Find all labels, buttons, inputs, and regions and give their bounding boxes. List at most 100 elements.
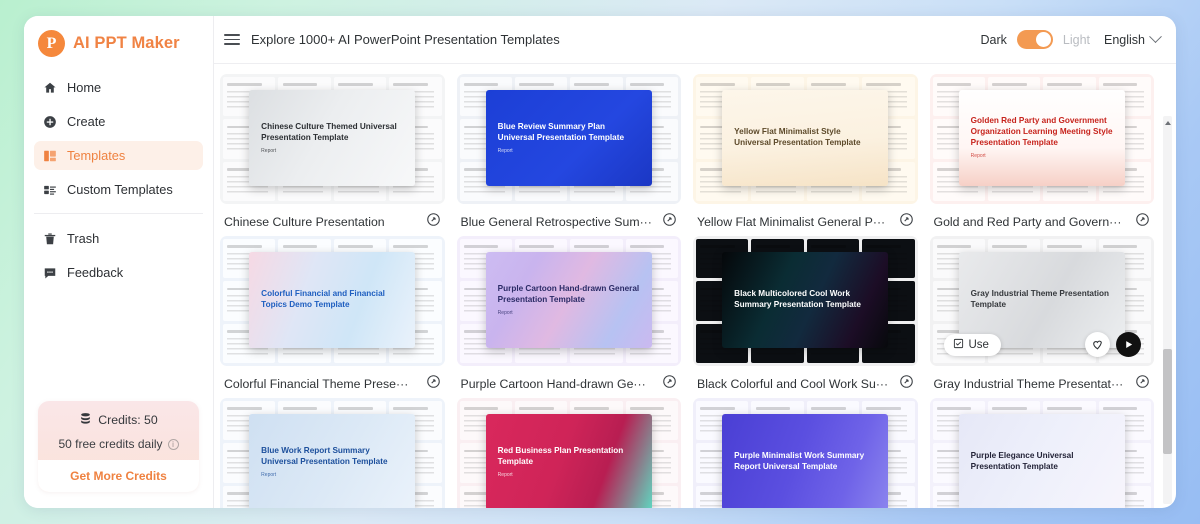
template-card[interactable]: Chinese Culture Themed Universal Present… (220, 74, 445, 236)
template-card-footer: Black Colorful and Cool Work Su··· (693, 366, 918, 394)
template-card[interactable]: Gray Industrial Theme Presentation Templ… (930, 236, 1155, 398)
link-icon[interactable] (1135, 212, 1150, 232)
template-title: Colorful Financial Theme Prese··· (224, 377, 418, 391)
sidebar-item-templates[interactable]: Templates (34, 141, 203, 170)
template-thumbnail[interactable]: Purple Cartoon Hand-drawn General Presen… (457, 236, 682, 366)
vertical-scrollbar[interactable] (1163, 116, 1172, 504)
template-card-footer: Colorful Financial Theme Prese··· (220, 366, 445, 394)
custom-templates-icon (42, 182, 57, 197)
topbar: Explore 1000+ AI PowerPoint Presentation… (214, 16, 1176, 64)
template-cover-title: Blue Work Report Summary Universal Prese… (261, 446, 403, 468)
template-title: Yellow Flat Minimalist General P··· (697, 215, 891, 229)
template-card[interactable]: Blue Work Report Summary Universal Prese… (220, 398, 445, 508)
favorite-button[interactable] (1085, 332, 1110, 357)
link-icon[interactable] (899, 212, 914, 232)
templates-scroll-area[interactable]: Chinese Culture Themed Universal Present… (214, 64, 1176, 508)
info-icon[interactable]: i (168, 439, 179, 450)
link-icon[interactable] (899, 374, 914, 394)
template-thumbnail[interactable]: Colorful Financial and Financial Topics … (220, 236, 445, 366)
template-card-footer: Blue General Retrospective Sum··· (457, 204, 682, 232)
template-card[interactable]: Red Business Plan Presentation Template … (457, 398, 682, 508)
template-cover-slide: Black Multicolored Cool Work Summary Pre… (722, 252, 888, 348)
credits-card: Credits: 50 50 free credits daily i Get … (38, 401, 199, 492)
credits-daily-label: 50 free credits daily (58, 437, 162, 451)
template-card[interactable]: Purple Cartoon Hand-drawn General Presen… (457, 236, 682, 398)
template-thumbnail[interactable]: Purple Minimalist Work Summary Report Un… (693, 398, 918, 508)
template-card[interactable]: Colorful Financial and Financial Topics … (220, 236, 445, 398)
template-card-footer: Yellow Flat Minimalist General P··· (693, 204, 918, 232)
template-cover-slide: Purple Elegance Universal Presentation T… (959, 414, 1125, 508)
brand[interactable]: P AI PPT Maker (24, 16, 213, 69)
template-card[interactable]: Yellow Flat Minimalist Style Universal P… (693, 74, 918, 236)
trash-icon (42, 231, 57, 246)
template-card[interactable]: Black Multicolored Cool Work Summary Pre… (693, 236, 918, 398)
template-cover-slide: Red Business Plan Presentation Template … (486, 414, 652, 508)
preview-play-button[interactable] (1116, 332, 1141, 357)
dark-mode-label: Dark (980, 33, 1006, 47)
template-cover-slide: Colorful Financial and Financial Topics … (249, 252, 415, 348)
feedback-icon (42, 265, 57, 280)
sidebar-item-label: Create (67, 114, 105, 129)
template-thumbnail[interactable]: Yellow Flat Minimalist Style Universal P… (693, 74, 918, 204)
template-cover-title: Yellow Flat Minimalist Style Universal P… (734, 127, 876, 149)
link-icon[interactable] (426, 212, 441, 232)
template-thumbnail[interactable]: Gray Industrial Theme Presentation Templ… (930, 236, 1155, 366)
template-card[interactable]: Golden Red Party and Government Organiza… (930, 74, 1155, 236)
credits-info: Credits: 50 50 free credits daily i (38, 401, 199, 460)
template-cover-slide: Golden Red Party and Government Organiza… (959, 90, 1125, 186)
template-cover-slide: Chinese Culture Themed Universal Present… (249, 90, 415, 186)
template-cover-slide: Yellow Flat Minimalist Style Universal P… (722, 90, 888, 186)
template-card[interactable]: Purple Minimalist Work Summary Report Un… (693, 398, 918, 508)
sidebar-footer: Credits: 50 50 free credits daily i Get … (24, 401, 213, 508)
scroll-up-arrow-icon[interactable] (1163, 118, 1172, 127)
sidebar-item-label: Custom Templates (67, 182, 173, 197)
theme-toggle[interactable] (1017, 30, 1053, 49)
templates-grid: Chinese Culture Themed Universal Present… (220, 74, 1154, 508)
template-title: Black Colorful and Cool Work Su··· (697, 377, 891, 391)
template-card[interactable]: Purple Elegance Universal Presentation T… (930, 398, 1155, 508)
language-selector[interactable]: English (1104, 33, 1160, 47)
sidebar-item-label: Trash (67, 231, 99, 246)
template-thumbnail[interactable]: Blue Work Report Summary Universal Prese… (220, 398, 445, 508)
app-logo-icon: P (38, 30, 65, 57)
sidebar-item-custom-templates[interactable]: Custom Templates (34, 175, 203, 204)
template-title: Chinese Culture Presentation (224, 215, 418, 229)
template-thumbnail[interactable]: Chinese Culture Themed Universal Present… (220, 74, 445, 204)
link-icon[interactable] (426, 374, 441, 394)
database-icon (79, 412, 92, 428)
template-card-footer: Gray Industrial Theme Presentat··· (930, 366, 1155, 394)
hamburger-icon[interactable] (224, 34, 240, 45)
sidebar-item-home[interactable]: Home (34, 73, 203, 102)
template-cover-slide: Blue Work Report Summary Universal Prese… (249, 414, 415, 508)
template-thumbnail[interactable]: Golden Red Party and Government Organiza… (930, 74, 1155, 204)
use-template-button[interactable]: Use (944, 334, 1001, 356)
template-thumbnail[interactable]: Black Multicolored Cool Work Summary Pre… (693, 236, 918, 366)
template-thumbnail[interactable]: Blue Review Summary Plan Universal Prese… (457, 74, 682, 204)
sidebar-divider (34, 213, 203, 214)
link-icon[interactable] (662, 212, 677, 232)
use-label: Use (969, 339, 989, 351)
get-more-credits-button[interactable]: Get More Credits (38, 460, 199, 492)
chevron-down-icon (1149, 30, 1162, 43)
scrollbar-thumb[interactable] (1163, 349, 1172, 454)
template-card[interactable]: Blue Review Summary Plan Universal Prese… (457, 74, 682, 236)
sidebar-item-trash[interactable]: Trash (34, 224, 203, 253)
home-icon (42, 80, 57, 95)
light-mode-label: Light (1063, 33, 1090, 47)
template-title: Blue General Retrospective Sum··· (461, 215, 655, 229)
language-label: English (1104, 33, 1145, 47)
link-icon[interactable] (662, 374, 677, 394)
template-thumbnail[interactable]: Purple Elegance Universal Presentation T… (930, 398, 1155, 508)
link-icon[interactable] (1135, 374, 1150, 394)
page-title: Explore 1000+ AI PowerPoint Presentation… (251, 32, 560, 47)
template-thumbnail[interactable]: Red Business Plan Presentation Template … (457, 398, 682, 508)
template-cover-title: Golden Red Party and Government Organiza… (971, 116, 1113, 148)
sidebar-item-label: Home (67, 80, 101, 95)
sidebar-item-feedback[interactable]: Feedback (34, 258, 203, 287)
template-cover-subtitle: Report (498, 310, 640, 316)
sidebar-item-label: Templates (67, 148, 125, 163)
sidebar-item-create[interactable]: Create (34, 107, 203, 136)
template-card-footer: Gold and Red Party and Govern··· (930, 204, 1155, 232)
template-cover-subtitle: Report (498, 148, 640, 154)
template-cover-slide: Blue Review Summary Plan Universal Prese… (486, 90, 652, 186)
